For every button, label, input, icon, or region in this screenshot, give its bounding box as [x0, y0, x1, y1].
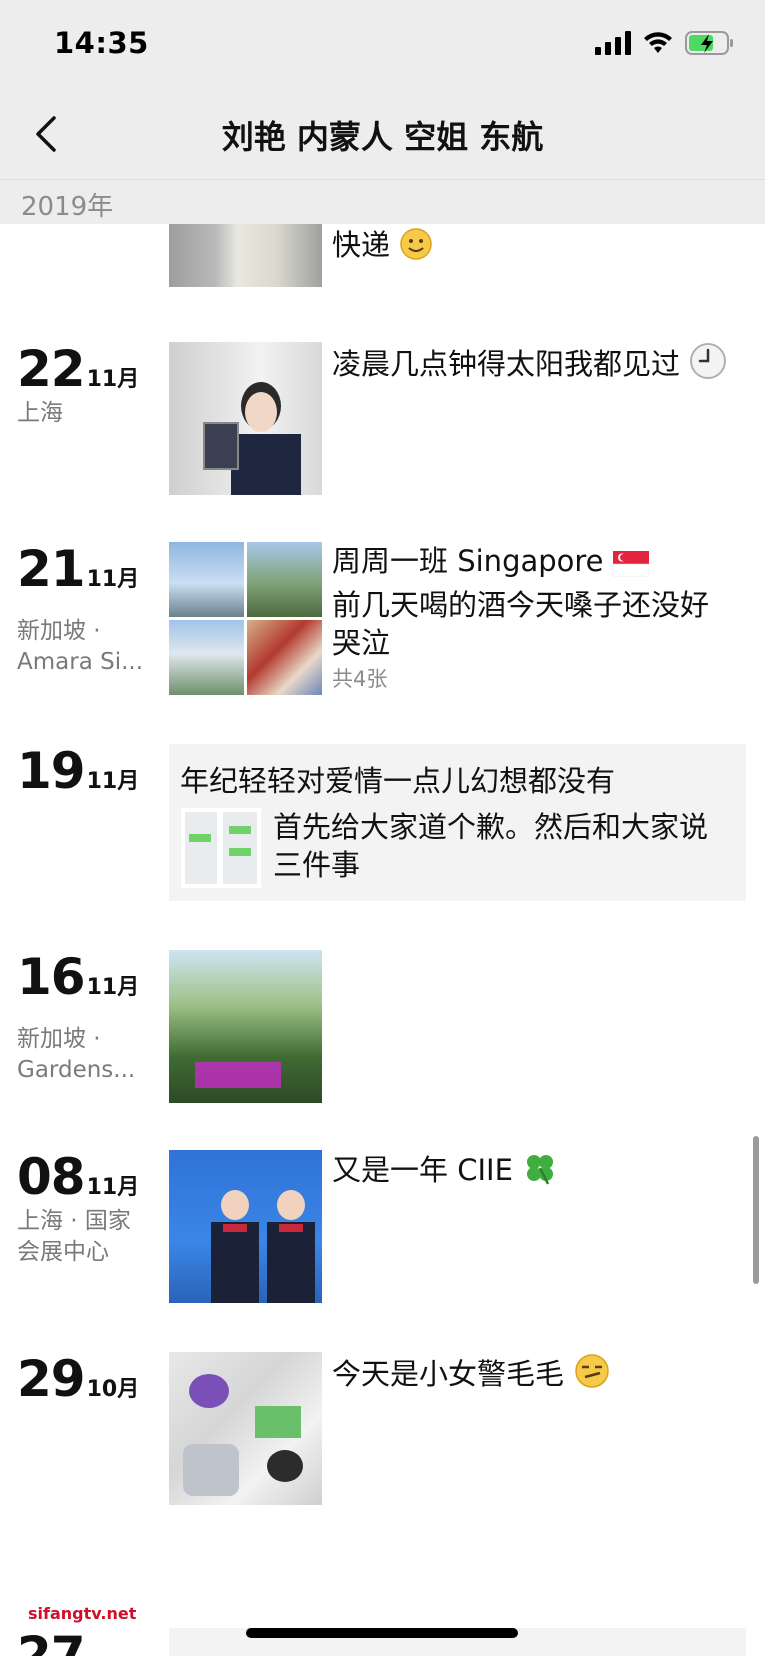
entry-location: 新加坡 · Gardens...	[17, 1024, 157, 1086]
entry-location-line: Amara Si...	[17, 649, 144, 675]
signal-icon	[595, 31, 631, 59]
post-text: 周周一班 Singapore 前几天喝的酒今天嗓子还没好 哭泣 共4张	[332, 542, 737, 694]
entry-location-line: 会展中心	[17, 1239, 109, 1265]
entry-location-line: 上海 · 国家	[17, 1208, 131, 1234]
entry-location-line: Gardens...	[17, 1057, 136, 1083]
shared-link-title: 年纪轻轻对爱情一点儿幻想都没有	[180, 764, 616, 798]
shared-link-thumbnail	[181, 808, 261, 888]
entry-date: 27	[17, 1628, 167, 1656]
entry-location: 上海 · 国家 会展中心	[17, 1206, 157, 1268]
post-photo[interactable]	[169, 542, 244, 617]
post-text: 今天是小女警毛毛	[332, 1352, 737, 1399]
status-time: 14:35	[54, 26, 149, 60]
entry-month: 11月	[86, 567, 140, 592]
status-icons	[595, 30, 735, 60]
entry-date: 1911月	[17, 744, 167, 798]
entry-day: 22	[17, 340, 86, 398]
status-bar: 14:35	[0, 0, 765, 92]
clover-emoji-icon	[522, 1150, 558, 1195]
year-header: 2019年	[0, 180, 765, 224]
entry-month: 11月	[86, 367, 140, 392]
post-photo[interactable]	[247, 542, 322, 617]
post-photo[interactable]	[169, 950, 322, 1103]
entry-date: 1611月 新加坡 · Gardens...	[17, 950, 167, 1086]
photo-count: 共4张	[332, 667, 388, 691]
entry-day: 16	[17, 948, 86, 1006]
entry-date: 2211月 上海	[17, 342, 167, 429]
entry-location-line: 新加坡 ·	[17, 618, 101, 644]
smile-emoji-icon	[399, 227, 433, 270]
entry-day: 08	[17, 1148, 86, 1206]
watermark: sifangtv.net	[28, 1604, 137, 1623]
entry-month: 11月	[86, 975, 140, 1000]
home-indicator[interactable]	[246, 1628, 518, 1638]
entry-date: 0811月 上海 · 国家 会展中心	[17, 1150, 167, 1268]
navigation-bar: 刘艳 内蒙人 空姐 东航	[0, 92, 765, 180]
post-text: 快递	[332, 226, 737, 270]
entry-month: 10月	[86, 1377, 140, 1402]
shared-link-card[interactable]: 年纪轻轻对爱情一点儿幻想都没有 首先给大家道个歉。然后和大家说三件事	[169, 744, 746, 901]
entry-day: 19	[17, 742, 86, 800]
moments-feed[interactable]: 快递 2211月 上海 凌晨几点钟得太阳我都见过 2111月 新加坡 · Ama…	[0, 224, 765, 1656]
post-photo[interactable]	[247, 620, 322, 695]
post-text: 凌晨几点钟得太阳我都见过	[332, 342, 737, 389]
smirk-emoji-icon	[573, 1352, 611, 1399]
entry-date: 2910月	[17, 1352, 167, 1406]
post-photo[interactable]	[169, 342, 322, 495]
entry-location-line: 新加坡 ·	[17, 1026, 101, 1052]
singapore-flag-icon	[612, 548, 649, 586]
entry-location: 新加坡 · Amara Si...	[17, 616, 157, 678]
post-photo[interactable]	[169, 1352, 322, 1505]
scroll-indicator[interactable]	[753, 1136, 759, 1284]
year-label: 2019年	[21, 192, 114, 222]
post-photo-grid[interactable]	[169, 542, 322, 695]
battery-charging-icon	[685, 30, 735, 60]
post-photo[interactable]	[169, 224, 322, 287]
post-photo[interactable]	[169, 1150, 322, 1303]
entry-month: 11月	[86, 1175, 140, 1200]
entry-day: 21	[17, 540, 86, 598]
post-photo[interactable]	[169, 620, 244, 695]
entry-month: 11月	[86, 769, 140, 794]
entry-date: 2111月 新加坡 · Amara Si...	[17, 542, 167, 678]
entry-day: 29	[17, 1350, 86, 1408]
entry-location: 上海	[17, 400, 63, 426]
page-title: 刘艳 内蒙人 空姐 东航	[221, 118, 544, 156]
post-text: 又是一年 CIIE	[332, 1150, 737, 1195]
clock-emoji-icon	[689, 342, 727, 389]
shared-link-description: 首先给大家道个歉。然后和大家说三件事	[273, 810, 709, 882]
entry-day: 27	[17, 1626, 86, 1656]
wifi-icon	[643, 31, 673, 59]
